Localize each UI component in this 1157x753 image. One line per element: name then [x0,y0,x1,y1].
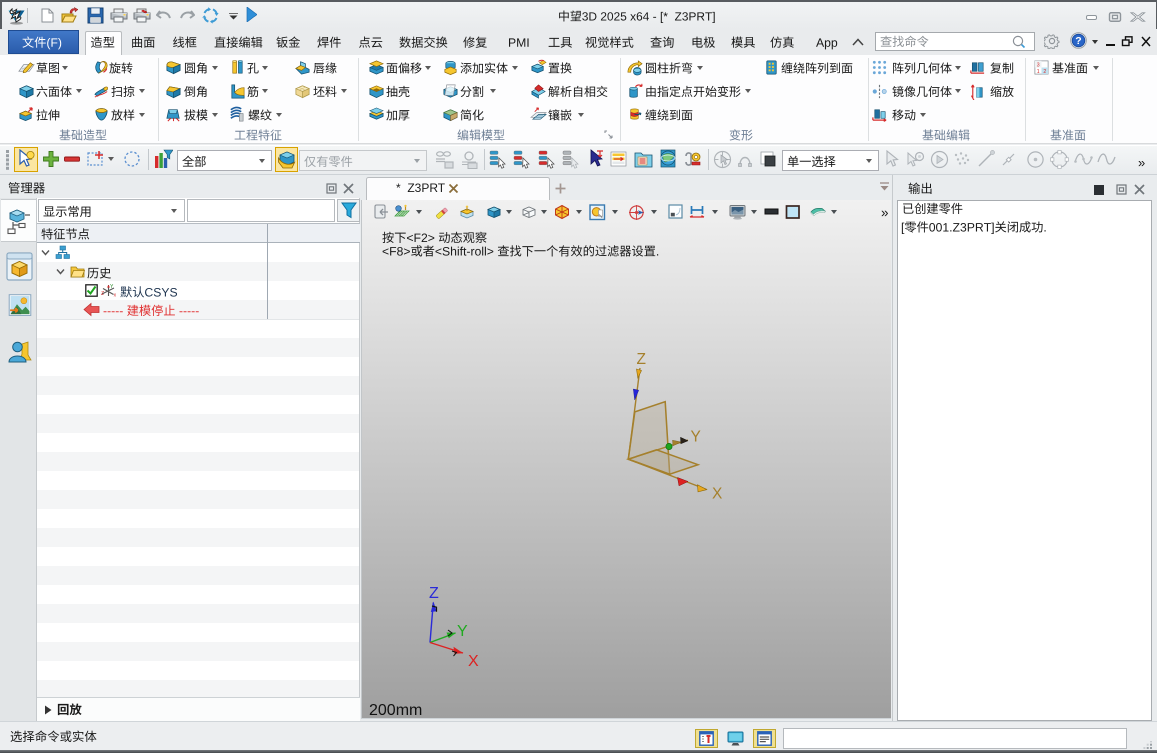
svg-text:Y: Y [110,284,114,290]
svg-text:x: x [114,293,117,299]
svg-text:Z: Z [637,351,646,368]
svg-text:X: X [468,653,479,670]
svg-text:?: ? [1075,35,1081,47]
svg-text:Y: Y [457,623,468,640]
svg-text:Z: Z [429,585,439,602]
svg-text:X: X [712,486,723,503]
svg-text:Z: Z [101,291,104,297]
svg-text:Y: Y [691,429,701,446]
